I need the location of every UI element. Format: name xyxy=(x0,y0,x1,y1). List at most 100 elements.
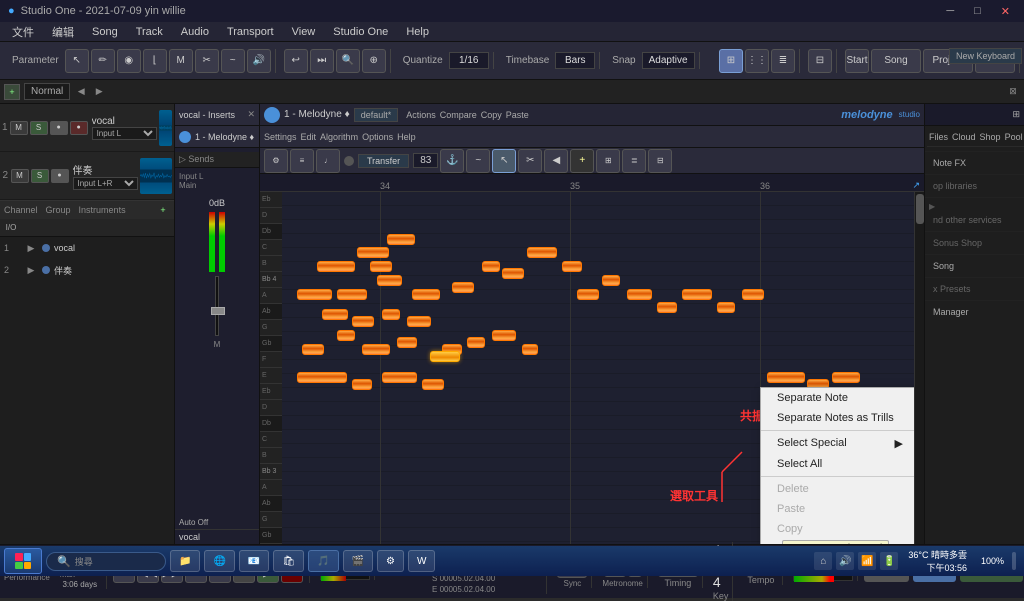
note-32[interactable] xyxy=(627,289,652,300)
note-37[interactable] xyxy=(767,372,805,383)
tray-icon-1[interactable]: ⌂ xyxy=(814,552,832,570)
mode-value[interactable]: Normal xyxy=(24,83,70,100)
inserts-close-btn[interactable]: ✕ xyxy=(247,109,255,120)
ch-arrow-2[interactable]: ▶ xyxy=(24,263,38,277)
maximize-btn[interactable]: □ xyxy=(968,3,987,20)
menu-view[interactable]: View xyxy=(284,24,324,40)
quantize-value[interactable]: 1/16 xyxy=(449,52,489,69)
note-11[interactable] xyxy=(502,268,524,279)
add-track-btn[interactable]: + xyxy=(4,84,20,100)
melodyne-copy-tab[interactable]: Copy xyxy=(481,110,502,120)
note-8[interactable] xyxy=(412,289,440,300)
melodyne-select-tool[interactable]: ↖ xyxy=(492,149,516,173)
ch-arrow-1[interactable]: ▶ xyxy=(24,241,38,255)
ctx-select-special[interactable]: Select Special ▶ xyxy=(761,433,914,454)
melodyne-settings-b[interactable]: ≣ xyxy=(622,149,646,173)
note-7[interactable] xyxy=(377,275,402,286)
melodyne-settings-gear-btn[interactable]: ⚙ xyxy=(264,149,288,173)
menu-audio[interactable]: Audio xyxy=(173,24,217,40)
melodyne-vscroll-thumb[interactable] xyxy=(916,194,924,224)
note-24[interactable] xyxy=(492,330,516,341)
taskbar-store[interactable]: 🛍 xyxy=(273,550,304,572)
split-tool-btn[interactable]: ✂ xyxy=(195,49,219,73)
note-15[interactable] xyxy=(337,330,355,341)
right-pool-btn[interactable]: Pool xyxy=(1003,130,1024,147)
melodyne-edit-tab[interactable]: Edit xyxy=(301,132,317,142)
note-selected[interactable] xyxy=(430,351,460,362)
collapse-btn[interactable]: ◀ xyxy=(74,85,88,99)
pencil-tool-btn[interactable]: ✏ xyxy=(91,49,115,73)
note-3[interactable] xyxy=(387,234,415,245)
right-presets[interactable]: x Presets xyxy=(929,282,1020,296)
search-bar[interactable]: 🔍 搜尋 xyxy=(46,552,166,571)
ctx-separate-note[interactable]: Separate Note xyxy=(761,388,914,408)
menu-help[interactable]: Help xyxy=(398,24,437,40)
note-27[interactable] xyxy=(352,379,372,390)
speaker-tool-btn[interactable]: 🔊 xyxy=(247,49,271,73)
melodyne-plus-tool[interactable]: + xyxy=(570,149,594,173)
minimize-btn[interactable]: ─ xyxy=(940,3,960,20)
note-5[interactable] xyxy=(297,289,332,300)
note-19[interactable] xyxy=(352,316,374,327)
melodyne-note-btn[interactable]: ♩ xyxy=(316,149,340,173)
track-input-select-2[interactable]: Input L+R xyxy=(73,177,138,190)
zoom-btn[interactable]: 🔍 xyxy=(336,49,360,73)
menu-song[interactable]: Song xyxy=(84,24,126,40)
right-song[interactable]: Song xyxy=(929,259,1020,273)
track-mute-1[interactable]: M xyxy=(10,121,28,135)
io-btn[interactable]: ⊕ xyxy=(362,49,386,73)
note-34[interactable] xyxy=(682,289,712,300)
note-2[interactable] xyxy=(357,247,389,258)
note-16[interactable] xyxy=(362,344,390,355)
mixer-btn[interactable]: ⊟ xyxy=(808,49,832,73)
expand-btn[interactable]: ▶ xyxy=(92,85,106,99)
start-button[interactable] xyxy=(4,548,42,574)
note-21[interactable] xyxy=(407,316,431,327)
song-btn[interactable]: Song xyxy=(871,49,921,73)
note-28[interactable] xyxy=(382,372,417,383)
note-1[interactable] xyxy=(317,261,355,272)
timebase-value[interactable]: Bars xyxy=(555,52,595,69)
ctx-paste[interactable]: Paste xyxy=(761,499,914,519)
melodyne-help-tab[interactable]: Help xyxy=(397,132,416,142)
show-desktop-btn[interactable] xyxy=(1012,552,1016,570)
fader-handle[interactable] xyxy=(211,307,225,315)
new-keyboard-btn[interactable]: New Keyboard xyxy=(949,48,1022,64)
melodyne-transfer-btn[interactable]: Transfer xyxy=(358,154,409,168)
note-17[interactable] xyxy=(397,337,417,348)
bend-tool-btn[interactable]: ~ xyxy=(221,49,245,73)
close-btn[interactable]: ✕ xyxy=(995,3,1016,20)
ctx-copy[interactable]: Copy xyxy=(761,519,914,539)
snap-active-btn[interactable]: ⋮⋮ xyxy=(745,49,769,73)
track-mute-2[interactable]: M xyxy=(11,169,29,183)
note-33[interactable] xyxy=(657,302,677,313)
track-monitor-1[interactable]: ● xyxy=(50,121,68,135)
taskbar-word[interactable]: W xyxy=(408,550,435,572)
melodyne-list-btn[interactable]: ≡ xyxy=(290,149,314,173)
melodyne-scissors-tool[interactable]: ✂ xyxy=(518,149,542,173)
right-note-fx[interactable]: Note FX xyxy=(929,156,1020,170)
melodyne-algorithm-tab[interactable]: Algorithm xyxy=(320,132,358,142)
menu-edit[interactable]: 编辑 xyxy=(44,22,82,42)
melodyne-actions-tab[interactable]: Actions xyxy=(406,110,436,120)
io-toggle-btn[interactable]: I/O xyxy=(4,221,18,235)
taskbar-studioone[interactable]: 🎵 xyxy=(308,550,338,572)
taskbar-photos[interactable]: 🎬 xyxy=(343,550,373,572)
note-23[interactable] xyxy=(467,337,485,348)
right-panel-expand-btn[interactable]: ⊞ xyxy=(1012,109,1020,120)
melodyne-left-tool[interactable]: ◀ xyxy=(544,149,568,173)
note-29[interactable] xyxy=(422,379,444,390)
tray-icon-battery[interactable]: 🔋 xyxy=(880,552,898,570)
note-12[interactable] xyxy=(527,247,557,258)
right-services[interactable]: nd other services xyxy=(929,213,1020,227)
track-solo-1[interactable]: S xyxy=(30,121,48,135)
right-cloud-btn[interactable]: Cloud xyxy=(950,130,978,147)
note-6[interactable] xyxy=(337,289,367,300)
ctx-delete[interactable]: Delete xyxy=(761,479,914,499)
melodyne-settings-tab[interactable]: Settings xyxy=(264,132,297,142)
melodyne-pitch-tool[interactable]: ~ xyxy=(466,149,490,173)
note-13[interactable] xyxy=(562,261,582,272)
note-35[interactable] xyxy=(717,302,735,313)
note-31[interactable] xyxy=(602,275,620,286)
melodyne-anchor-tool[interactable]: ⚓ xyxy=(440,149,464,173)
